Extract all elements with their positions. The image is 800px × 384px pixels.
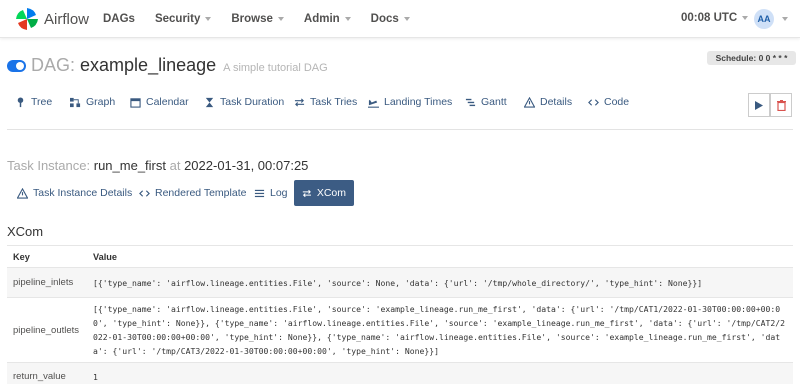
xcom-key: pipeline_inlets [7, 267, 87, 298]
menu-admin[interactable]: Admin [304, 13, 351, 25]
column-header-value: Value [87, 245, 793, 268]
xcom-value: [{'type_name': 'airflow.lineage.entities… [87, 297, 793, 363]
xcom-key: return_value [7, 362, 87, 384]
table-row: pipeline_outlets [{'type_name': 'airflow… [7, 297, 793, 363]
xcom-value: [{'type_name': 'airflow.lineage.entities… [87, 267, 793, 298]
tab-gantt-label: Gantt [481, 96, 507, 108]
alert-triangle-icon [524, 96, 535, 108]
menu-dags[interactable]: DAGs [103, 13, 135, 25]
retry-icon [294, 97, 305, 107]
tab-details[interactable]: Details [524, 96, 572, 108]
chevron-down-icon [403, 17, 410, 21]
list-icon [254, 189, 265, 197]
task-id: run_me_first [93, 158, 166, 173]
tab-tree-label: Tree [31, 96, 53, 108]
top-navbar: Airflow DAGs Security Browse Admin Docs … [0, 0, 800, 38]
menu-browse-label: Browse [231, 13, 273, 25]
column-header-key: Key [7, 245, 87, 268]
arrows-exchange-icon [302, 189, 311, 197]
dag-id[interactable]: example_lineage [80, 55, 216, 75]
chevron-down-icon [205, 17, 212, 21]
tab-log-label: Log [270, 187, 288, 199]
xcom-key: pipeline_outlets [7, 297, 87, 363]
chevron-down-icon[interactable] [782, 17, 788, 21]
airflow-logo[interactable]: Airflow [14, 6, 89, 32]
pinwheel-icon [16, 8, 38, 30]
tab-tree[interactable]: Tree [15, 96, 52, 108]
play-icon [755, 100, 763, 110]
xcom-value: 1 [87, 362, 793, 384]
tab-task-instance-details[interactable]: Task Instance Details [9, 180, 140, 206]
menu-docs[interactable]: Docs [371, 13, 410, 25]
dag-description: A simple tutorial DAG [223, 62, 328, 74]
tab-graph[interactable]: Graph [70, 96, 115, 108]
tab-task-tries[interactable]: Task Tries [294, 96, 357, 108]
tab-task-tries-label: Task Tries [310, 96, 358, 108]
tab-calendar-label: Calendar [146, 96, 189, 108]
tab-details-label: Details [540, 96, 573, 108]
tab-task-duration-label: Task Duration [220, 96, 285, 108]
tab-landing-times-label: Landing Times [384, 96, 453, 108]
schedule-badge: Schedule: 0 0 * * * [707, 51, 796, 65]
tab-calendar[interactable]: Calendar [130, 96, 189, 108]
table-row: pipeline_inlets [{'type_name': 'airflow.… [7, 267, 793, 298]
main-menu: DAGs Security Browse Admin Docs [103, 0, 430, 38]
plane-landing-icon [368, 99, 379, 108]
delete-dag-button[interactable] [770, 93, 792, 117]
tab-gantt[interactable]: Gantt [465, 96, 507, 108]
tab-landing-times[interactable]: Landing Times [368, 96, 452, 108]
tab-log[interactable]: Log [246, 180, 296, 206]
gantt-icon [465, 98, 476, 106]
dag-label: DAG: [31, 55, 76, 75]
tab-rendered-template[interactable]: Rendered Template [131, 180, 254, 206]
at-label: at [169, 158, 181, 173]
chevron-down-icon [742, 16, 749, 20]
table-header-row: Key Value [7, 245, 793, 268]
hourglass-icon [205, 97, 214, 107]
menu-admin-label: Admin [303, 13, 340, 25]
calendar-icon [130, 97, 141, 108]
tab-xcom-label: XCom [316, 187, 346, 199]
graph-icon [70, 97, 81, 107]
tab-task-instance-details-label: Task Instance Details [33, 187, 133, 199]
brand-name: Airflow [44, 10, 90, 28]
table-row: return_value 1 [7, 362, 793, 384]
task-instance-title: Task Instance: run_me_first at 2022-01-3… [7, 158, 308, 173]
menu-browse[interactable]: Browse [231, 13, 284, 25]
menu-dags-label: DAGs [103, 13, 135, 25]
timezone-dropdown[interactable]: 00:08 UTC [681, 12, 749, 24]
tab-rendered-template-label: Rendered Template [155, 187, 247, 199]
tab-task-duration[interactable]: Task Duration [204, 96, 284, 108]
divider [7, 129, 793, 130]
tab-code-label: Code [604, 96, 630, 108]
trigger-dag-button[interactable] [748, 93, 770, 117]
dag-pause-toggle[interactable] [7, 60, 26, 72]
dag-title: DAG: example_lineage A simple tutorial D… [31, 55, 328, 76]
alert-triangle-icon [17, 187, 28, 199]
menu-security-label: Security [154, 13, 201, 25]
chevron-down-icon [277, 17, 284, 21]
execution-date: 2022-01-31, 00:07:25 [184, 158, 309, 173]
task-instance-label: Task Instance: [7, 158, 91, 173]
menu-docs-label: Docs [370, 13, 399, 25]
code-icon [139, 189, 150, 197]
current-time: 00:08 UTC [681, 12, 738, 24]
tab-xcom[interactable]: XCom [294, 180, 354, 206]
tab-code[interactable]: Code [588, 96, 629, 108]
menu-security[interactable]: Security [154, 13, 212, 25]
trash-icon [776, 99, 786, 111]
xcom-heading: XCom [7, 224, 44, 239]
xcom-table: Key Value pipeline_inlets [{'type_name':… [7, 245, 793, 384]
user-avatar[interactable]: AA [754, 9, 774, 29]
tree-icon [17, 96, 24, 107]
code-icon [588, 98, 599, 106]
chevron-down-icon [344, 17, 351, 21]
tab-graph-label: Graph [86, 96, 116, 108]
